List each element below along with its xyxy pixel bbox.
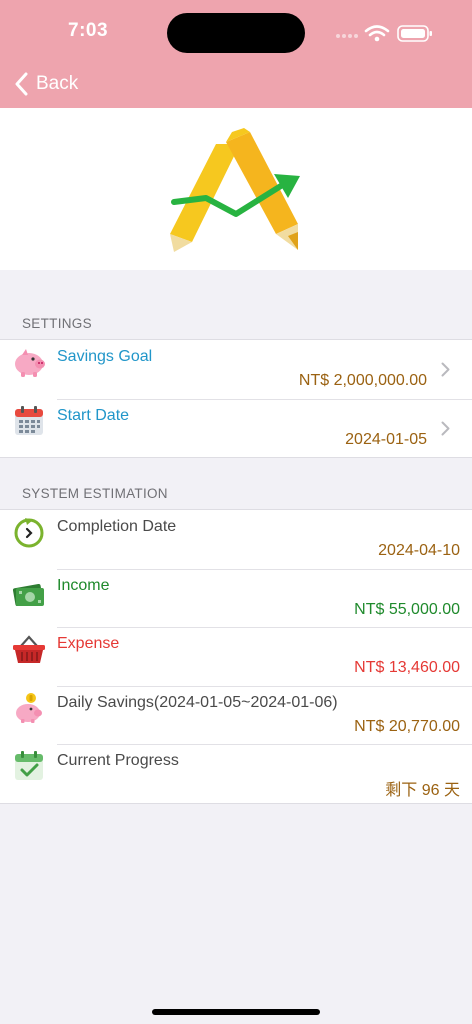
current-progress-title: Current Progress [57,752,179,770]
completion-date-value: 2024-04-10 [378,542,460,559]
back-button[interactable]: Back [14,70,78,98]
start-date-title: Start Date [57,406,130,424]
chevron-right-icon [441,362,450,377]
savings-goal-title: Savings Goal [57,348,153,365]
refresh-clock-icon [14,518,44,548]
status-time: 7:03 [68,20,109,41]
expense-row: Expense NT$ 13,460.00 [0,627,472,686]
chevron-right-icon [441,421,450,436]
money-icon [12,583,44,606]
calendar-icon [15,405,43,435]
wifi-icon [364,25,390,37]
piggy-bank-icon [15,349,45,377]
savings-goal-row[interactable]: Savings Goal NT$ 2,000,000.00 [0,340,472,399]
settings-group: Savings Goal NT$ 2,000,000.00 Start Date… [0,339,472,459]
start-date-value: 2024-01-05 [345,430,427,448]
calendar-check-icon [15,751,43,781]
settings-header: SETTINGS [22,316,92,331]
savings-goal-value: NT$ 2,000,000.00 [298,372,427,389]
expense-title: Expense [57,635,120,653]
expense-value: NT$ 13,460.00 [354,659,460,677]
current-progress-value: 剩下 96 天 [385,782,460,800]
home-indicator[interactable] [152,1009,320,1015]
app-logo-icon [170,128,300,252]
current-progress-row: Current Progress 剩下 96 天 [0,744,472,803]
back-label: Back [36,73,79,94]
income-title: Income [57,576,110,594]
estimation-header: SYSTEM ESTIMATION [22,486,168,501]
battery-icon [397,25,432,42]
navigation-bar: 7:03 Back [0,0,472,108]
income-row: Income NT$ 55,000.00 [0,568,472,628]
daily-savings-value: NT$ 20,770.00 [354,717,460,735]
daily-savings-title: Daily Savings(2024-01-05~2024-01-06) [57,693,338,711]
completion-date-row: Completion Date 2024-04-10 [0,510,472,569]
completion-date-title: Completion Date [57,518,177,535]
income-value: NT$ 55,000.00 [354,600,460,618]
daily-savings-row: Daily Savings(2024-01-05~2024-01-06) NT$… [0,685,472,745]
estimation-group: Completion Date 2024-04-10 Income NT$ 55… [0,509,472,804]
piggy-coin-icon [16,692,42,723]
signal-icon [336,34,358,38]
logo-section [0,108,472,270]
start-date-row[interactable]: Start Date 2024-01-05 [0,398,472,458]
status-icons [334,22,434,44]
chevron-left-icon [15,72,28,96]
dynamic-island [167,13,305,53]
basket-icon [13,635,45,664]
